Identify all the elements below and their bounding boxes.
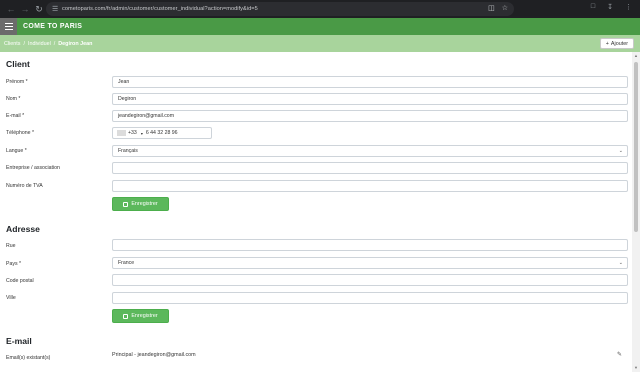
site-info-icon[interactable]: ☰ [52,5,62,13]
hamburger-menu-icon[interactable] [0,18,17,35]
prenom-field[interactable]: Jean [112,76,628,88]
breadcrumb: Clients / Individuel / Degiron Jean + Aj… [0,35,640,52]
save-client-label: Enregistrer [131,201,158,207]
section-title-adresse: Adresse [6,224,40,234]
label-existing-emails: Email(s) existant(s) [6,355,51,361]
chevron-down-icon: ⌄ [618,148,623,154]
breadcrumb-current: Degiron Jean [58,40,93,47]
label-tva: Numéro de TVA [6,183,43,189]
label-rue: Rue [6,243,16,249]
bookmark-star-icon[interactable]: ☆ [502,4,508,12]
rue-field[interactable] [112,239,628,251]
email-field[interactable]: jeandegiron@gmail.com [112,110,628,122]
nom-value: Degiron [118,96,137,102]
phone-field[interactable]: +33 ▾ 6 44 32 28 96 [112,127,212,139]
main-content: Client Prénom * Jean Nom * Degiron E-mai… [0,52,632,372]
country-dropdown-caret-icon[interactable]: ▾ [141,131,143,136]
section-title-client: Client [6,59,30,69]
nom-field[interactable]: Degiron [112,93,628,105]
existing-email-value: Principal - jeandegiron@gmail.com [112,352,196,358]
label-langue: Langue * [6,148,27,154]
browser-toolbar: ← → ↻ ☰ cometoparis.com/fr/admin/custome… [0,0,640,18]
langue-select[interactable]: Français ⌄ [112,145,628,157]
extensions-icon[interactable]: □ [591,3,595,11]
tva-field[interactable] [112,180,628,192]
label-email: E-mail * [6,113,25,119]
section-title-email: E-mail [6,336,32,346]
save-client-button[interactable]: Enregistrer [112,197,169,211]
pencil-icon[interactable]: ✎ [617,351,622,358]
reload-icon[interactable]: ↻ [32,2,46,16]
ville-field[interactable] [112,292,628,304]
app-header: COME TO PARIS [0,18,640,35]
breadcrumb-separator: / [23,40,25,47]
code-postal-field[interactable] [112,274,628,286]
add-button-label: Ajouter [610,40,628,47]
brand-title[interactable]: COME TO PARIS [23,23,82,30]
label-code-postal: Code postal [6,278,34,284]
breadcrumb-individuel[interactable]: Individuel [28,41,51,47]
download-icon[interactable]: ↧ [607,3,613,11]
langue-value: Français [118,148,138,154]
add-button[interactable]: + Ajouter [599,38,634,49]
label-ville: Ville [6,295,16,301]
prenom-value: Jean [118,79,130,85]
floppy-disk-icon [123,313,129,319]
plus-icon: + [605,40,609,47]
label-entreprise: Entreprise / association [6,165,60,171]
country-flag-icon[interactable] [117,130,126,136]
breadcrumb-separator: / [53,40,56,47]
pays-value: France [118,260,135,266]
floppy-disk-icon [123,201,129,207]
save-address-button[interactable]: Enregistrer [112,309,169,323]
email-value: jeandegiron@gmail.com [118,113,175,119]
menu-kebab-icon[interactable]: ⋮ [625,3,632,11]
phone-country-code[interactable]: +33 [128,130,137,136]
label-nom: Nom * [6,96,21,102]
phone-number: 6 44 32 28 96 [145,130,178,136]
entreprise-field[interactable] [112,162,628,174]
translate-icon[interactable]: ◫ [488,4,495,12]
scroll-down-icon[interactable]: ▼ [633,365,639,371]
pays-select[interactable]: France ⌄ [112,257,628,269]
label-pays: Pays * [6,261,21,267]
scroll-up-icon[interactable]: ▲ [633,53,639,59]
label-telephone: Téléphone * [6,130,34,136]
url-text: cometoparis.com/fr/admin/customer/custom… [62,6,258,12]
address-bar[interactable]: ☰ cometoparis.com/fr/admin/customer/cust… [46,2,514,16]
label-prenom: Prénom * [6,79,28,85]
back-icon[interactable]: ← [4,2,18,16]
forward-icon[interactable]: → [18,2,32,16]
breadcrumb-clients[interactable]: Clients [4,41,20,47]
chevron-down-icon: ⌄ [618,260,623,266]
page-scrollbar[interactable]: ▲ ▼ [632,52,640,372]
scrollbar-thumb[interactable] [634,62,638,232]
save-address-label: Enregistrer [131,313,158,319]
